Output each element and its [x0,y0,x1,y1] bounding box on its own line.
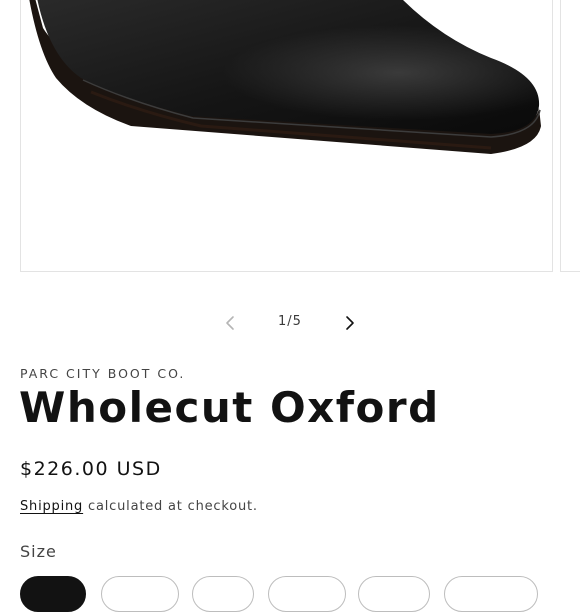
shipping-note: Shipping calculated at checkout. [20,499,258,514]
shipping-link[interactable]: Shipping [20,499,83,514]
size-option[interactable] [192,576,254,612]
size-option[interactable] [268,576,346,612]
size-label: Size [20,542,57,561]
next-image-slide-edge[interactable] [560,0,580,272]
boot-image [29,0,541,154]
size-option[interactable] [358,576,430,612]
slide-counter: 1/5 [278,314,302,329]
next-slide-button[interactable] [338,312,360,334]
size-option-selected[interactable] [20,576,86,612]
chevron-left-icon [226,316,234,330]
product-image-slide[interactable] [20,0,553,272]
previous-slide-button[interactable] [220,312,242,334]
product-price: $226.00 USD [20,458,162,480]
slider-controls: 1/5 [0,306,580,340]
size-option[interactable] [444,576,538,612]
size-option[interactable] [101,576,179,612]
product-gallery [0,0,580,290]
chevron-right-icon [346,316,354,330]
shipping-note-text: calculated at checkout. [83,499,258,514]
product-vendor: PARC CITY BOOT CO. [20,366,186,381]
product-title: Wholecut Oxford [19,383,440,432]
